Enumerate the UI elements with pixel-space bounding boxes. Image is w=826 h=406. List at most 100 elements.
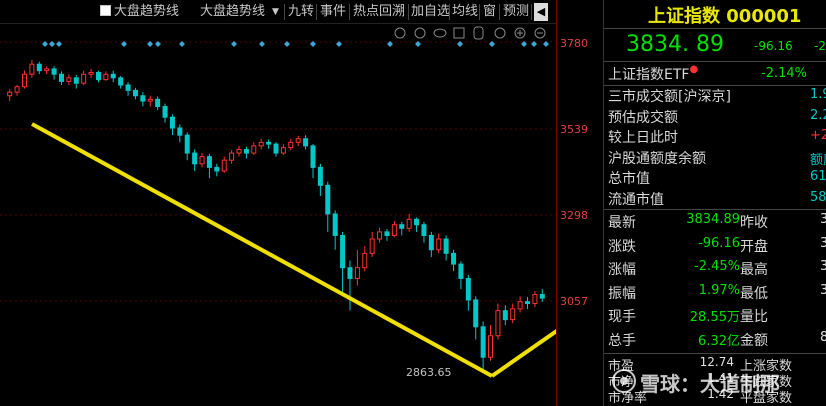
info-value: 58.2 <box>810 189 826 205</box>
hand-icon[interactable] <box>473 26 484 40</box>
trend-line-dropdown[interactable]: 大盘趋势线 <box>200 0 265 24</box>
quote-label: 涨跌 <box>608 238 636 255</box>
candle <box>421 224 427 236</box>
info-value: 61.9 <box>810 169 826 184</box>
candle <box>206 156 212 168</box>
quote-value: 8 <box>820 330 826 345</box>
candle <box>73 77 79 84</box>
candle <box>214 166 220 172</box>
event-marker[interactable] <box>543 41 549 47</box>
quote-value: 28.55万 <box>689 310 740 325</box>
event-marker[interactable] <box>147 41 153 47</box>
candle <box>221 159 227 172</box>
quote-label: 现手 <box>608 309 636 325</box>
candle <box>480 326 486 358</box>
quote-value: 3 <box>820 283 826 298</box>
event-marker[interactable] <box>259 41 265 47</box>
ring-icon[interactable] <box>414 27 426 39</box>
candle <box>458 263 464 279</box>
chevron-down-icon[interactable]: ▼ <box>272 0 279 24</box>
axis-label: 3057 <box>560 295 588 308</box>
candle <box>465 277 471 301</box>
trend-line-checkbox[interactable]: 大盘趋势线 <box>100 0 179 24</box>
candle <box>310 145 316 168</box>
candle <box>88 71 94 75</box>
candle <box>95 71 101 81</box>
event-marker[interactable] <box>42 41 48 47</box>
info-label: 总市值 <box>608 171 650 187</box>
event-marker[interactable] <box>457 41 463 47</box>
candle <box>155 98 161 107</box>
index-price: 3834. 89 <box>626 32 724 57</box>
candle <box>14 86 20 93</box>
quote-value: 3 <box>820 259 826 274</box>
info-value: 1.9 <box>810 87 826 102</box>
event-marker[interactable] <box>387 41 393 47</box>
kline-chart[interactable]: 2863.65 <box>0 24 556 406</box>
crosshair-icon[interactable] <box>494 27 506 39</box>
collapse-panel-icon[interactable]: ◀ <box>534 3 548 21</box>
chart-tools <box>394 26 546 40</box>
event-marker[interactable] <box>489 41 495 47</box>
candle <box>391 224 397 236</box>
etf-row[interactable]: 上证指数ETF● <box>608 64 698 84</box>
candle <box>303 138 309 147</box>
candle <box>132 89 138 97</box>
candle <box>502 310 508 321</box>
candle <box>192 152 198 165</box>
candle <box>325 184 331 215</box>
candle <box>473 299 479 328</box>
quote-value: 1.97% <box>698 282 740 298</box>
toolbar-item-window[interactable]: 窗 <box>483 0 496 24</box>
candle <box>532 294 538 305</box>
checkbox-label: 大盘趋势线 <box>114 4 180 19</box>
settings-icon[interactable] <box>394 27 406 39</box>
event-marker[interactable] <box>179 41 185 47</box>
toolbar-item-events[interactable]: 事件 <box>320 0 346 24</box>
toolbar-item-hotspot[interactable]: 热点回溯 <box>353 0 405 24</box>
candle <box>362 252 368 269</box>
event-marker[interactable] <box>49 41 55 47</box>
candle <box>340 234 346 269</box>
low-price-label: 2863.65 <box>406 366 452 379</box>
candle <box>110 73 116 79</box>
toolbar-item-ma[interactable]: 均线 <box>452 0 478 24</box>
trash-icon[interactable] <box>453 27 465 39</box>
toolbar-divider <box>449 4 450 20</box>
event-marker[interactable] <box>284 41 290 47</box>
candle <box>288 141 294 149</box>
quote-label: 最新 <box>608 215 636 231</box>
axis-label: 3780 <box>560 37 588 50</box>
quote-label: 最低 <box>740 285 768 302</box>
chart-toolbar: 大盘趋势线 大盘趋势线 ▼ 九转 事件 热点回溯 加自选 均线 窗 预测 ◀ <box>0 0 556 24</box>
toolbar-item-predict[interactable]: 预测 <box>503 0 529 24</box>
candle <box>229 152 235 161</box>
candle <box>495 310 501 337</box>
candle <box>428 234 434 251</box>
etf-label: 上证指数ETF <box>608 67 690 83</box>
divider <box>604 61 826 62</box>
toolbar-divider <box>531 4 532 20</box>
checkbox-icon[interactable] <box>100 5 111 16</box>
candle <box>399 224 405 229</box>
toolbar-item-add-watchlist[interactable]: 加自选 <box>411 0 450 24</box>
index-change: -96.16 <box>754 39 793 53</box>
toolbar-divider <box>479 4 480 20</box>
quote-label: 涨幅 <box>608 262 636 278</box>
toolbar-divider <box>284 4 285 20</box>
candle <box>539 294 545 299</box>
watermark: 雪球：大道制那 <box>640 372 780 396</box>
candle <box>280 147 286 154</box>
candle <box>347 267 353 279</box>
candle <box>317 166 323 186</box>
eye-icon[interactable] <box>433 28 447 38</box>
candle <box>525 301 531 305</box>
toolbar-item-jiuzhuan[interactable]: 九转 <box>288 0 314 24</box>
info-label: 较上日此时 <box>608 130 678 146</box>
toolbar-divider <box>499 4 500 20</box>
candle <box>406 218 412 229</box>
candle <box>36 63 42 72</box>
quote-value: 6.32亿 <box>698 333 740 349</box>
candle <box>184 134 190 154</box>
quote-label: 总手 <box>608 332 636 349</box>
